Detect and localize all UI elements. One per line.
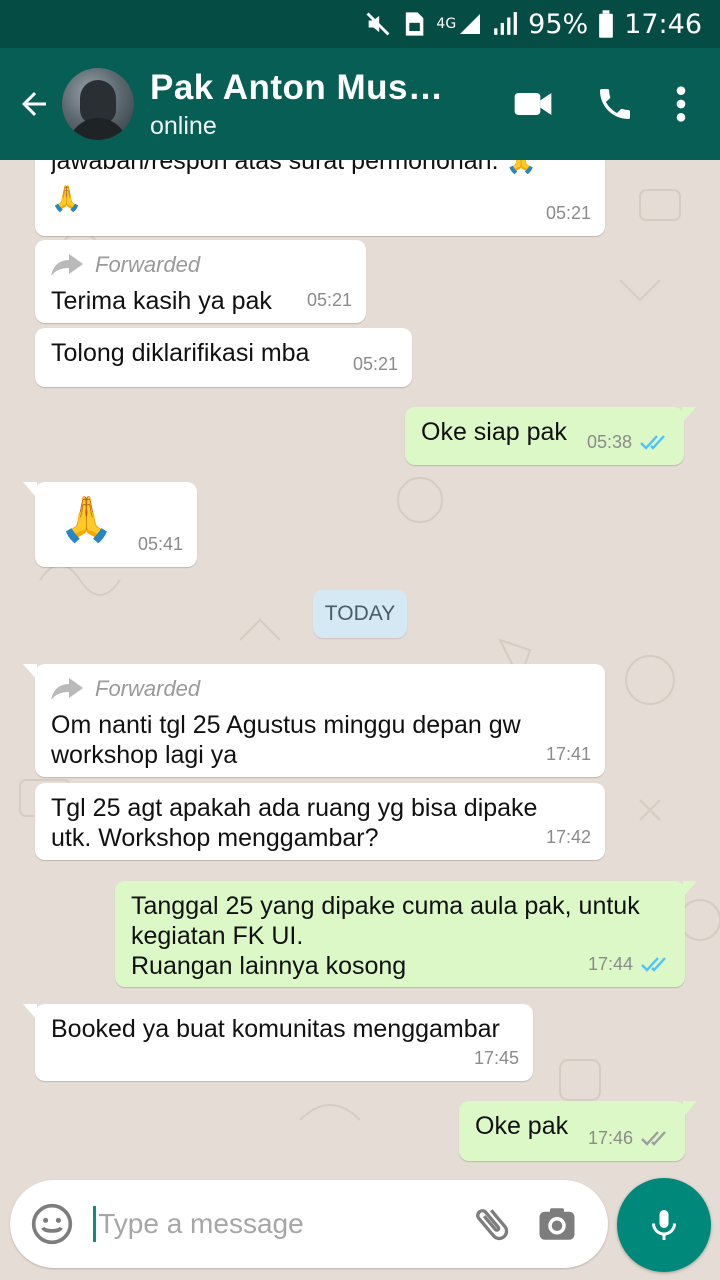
message-bubble-incoming[interactable]: Tgl 25 agt apakah ada ruang yg bisa dipa…	[35, 783, 605, 860]
camera-icon	[539, 1208, 575, 1240]
message-time: 05:21	[545, 203, 591, 223]
message-bubble-incoming[interactable]: jawaban/respon atas surat permohonan. 🙏 …	[35, 160, 605, 236]
network-type: 4G	[436, 16, 457, 32]
attach-button[interactable]	[459, 1180, 524, 1268]
clock: 17:46	[624, 8, 702, 40]
more-vert-icon	[676, 86, 686, 122]
battery-percent: 95%	[528, 8, 589, 40]
forward-arrow-icon	[51, 678, 83, 700]
message-text: Om nanti tgl 25 Agustus minggu depan gw …	[51, 711, 521, 769]
battery-icon	[598, 10, 614, 38]
voice-call-button[interactable]	[574, 64, 656, 144]
message-bubble-outgoing[interactable]: Oke siap pak 05:38	[405, 407, 696, 465]
status-bar: 4G 95% 17:46	[0, 0, 720, 48]
sim-card-icon	[402, 10, 426, 38]
message-bubble-outgoing[interactable]: Tanggal 25 yang dipake cuma aula pak, un…	[115, 881, 697, 987]
message-text: Booked ya buat komunitas menggambar	[51, 1015, 500, 1043]
video-call-icon	[514, 93, 552, 115]
message-time: 17:41	[545, 744, 591, 764]
chat-header: Pak Anton Muski… online	[0, 48, 720, 160]
date-separator: TODAY	[313, 590, 407, 638]
contact-info[interactable]: Pak Anton Muski… online	[150, 68, 492, 141]
message-bubble-incoming[interactable]: Tolong diklarifikasi mba 05:21	[35, 328, 412, 387]
contact-status: online	[150, 111, 217, 140]
message-text-line2: 🙏	[51, 185, 83, 213]
camera-button[interactable]	[525, 1180, 590, 1268]
message-bubble-incoming[interactable]: 🙏 05:41	[23, 482, 197, 567]
message-time: 17:44	[588, 949, 671, 979]
message-text: jawaban/respon atas surat permohonan. 🙏	[51, 160, 537, 175]
voice-message-button[interactable]	[617, 1178, 711, 1272]
message-time: 17:42	[545, 827, 591, 847]
video-call-button[interactable]	[492, 64, 574, 144]
forward-arrow-icon	[51, 254, 83, 276]
signal-4g-icon: 4G	[436, 11, 482, 37]
message-time: 05:21	[306, 290, 352, 310]
more-options-button[interactable]	[656, 64, 706, 144]
message-time: 05:38	[587, 427, 670, 457]
message-time: 05:41	[137, 534, 183, 554]
attach-icon	[476, 1209, 509, 1241]
delivered-ticks-icon	[641, 1131, 666, 1146]
message-text: Tolong diklarifikasi mba	[51, 339, 310, 367]
avatar[interactable]	[62, 68, 134, 140]
message-text: Tgl 25 agt apakah ada ruang yg bisa dipa…	[51, 794, 538, 852]
message-text: Terima kasih ya pak	[51, 287, 272, 315]
read-ticks-icon	[641, 957, 666, 972]
forwarded-label: Forwarded	[51, 250, 350, 280]
mic-icon	[652, 1210, 676, 1240]
message-time: 05:21	[352, 354, 398, 374]
phone-icon	[600, 89, 630, 119]
forwarded-label: Forwarded	[51, 674, 589, 704]
message-bubble-incoming[interactable]: Forwarded Terima kasih ya pak 05:21	[35, 240, 366, 323]
message-bubble-incoming[interactable]: Booked ya buat komunitas menggambar 17:4…	[23, 1004, 533, 1081]
mute-icon	[364, 10, 392, 38]
message-time: 17:45	[473, 1048, 519, 1068]
signal-bars-icon	[492, 11, 518, 37]
emoji-button[interactable]	[10, 1180, 93, 1268]
message-bubble-incoming[interactable]: Forwarded Om nanti tgl 25 Agustus minggu…	[23, 664, 605, 777]
message-time: 17:46	[588, 1123, 671, 1153]
contact-name: Pak Anton Muski…	[150, 67, 455, 107]
message-composer	[10, 1180, 608, 1268]
read-ticks-icon	[640, 435, 665, 450]
chat-area[interactable]: jawaban/respon atas surat permohonan. 🙏 …	[0, 160, 720, 1180]
back-arrow-icon	[22, 92, 46, 116]
back-button[interactable]	[6, 48, 62, 160]
emoji-icon	[31, 1203, 72, 1245]
message-bubble-outgoing[interactable]: Oke pak 17:46	[459, 1101, 697, 1161]
message-input[interactable]	[93, 1206, 460, 1242]
